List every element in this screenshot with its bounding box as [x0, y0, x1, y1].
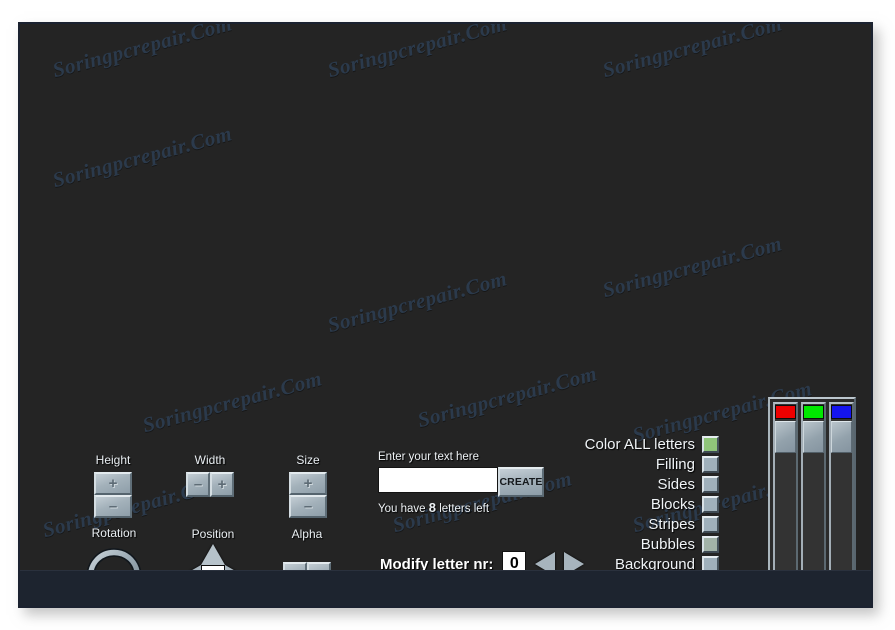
green-channel-knob[interactable]	[803, 421, 824, 453]
red-channel-chip	[775, 405, 796, 419]
color-target-swatch[interactable]	[702, 476, 719, 493]
watermark: Soringpcrepair.Com	[325, 24, 510, 83]
color-target-all-letters[interactable]: Color ALL letters	[585, 436, 719, 453]
rotation-dial-icon[interactable]	[83, 545, 145, 571]
modify-letter-label: Modify letter nr:	[380, 555, 494, 572]
blue-channel-chip	[831, 405, 852, 419]
letters-left-suffix: letters left	[439, 503, 490, 515]
width-control: Width – +	[186, 453, 234, 497]
bottom-rail	[20, 570, 871, 606]
size-increase-button[interactable]: +	[289, 472, 327, 495]
color-target-label: Background	[614, 556, 695, 571]
width-increase-button[interactable]: +	[210, 472, 234, 497]
rotation-control: Rotation	[83, 526, 145, 571]
height-increase-button[interactable]: +	[94, 472, 132, 495]
watermark: Soringpcrepair.Com	[140, 366, 325, 438]
color-target-filling[interactable]: Filling	[656, 456, 719, 473]
position-dpad[interactable]	[180, 544, 246, 571]
color-target-bubbles[interactable]: Bubbles	[641, 536, 719, 553]
rotation-label: Rotation	[91, 526, 137, 540]
text-entry-panel: Enter your text here CREATE You have 8 l…	[378, 451, 544, 515]
color-target-swatch[interactable]	[702, 556, 719, 571]
watermark: Soringpcrepair.Com	[50, 24, 235, 83]
watermark: Soringpcrepair.Com	[415, 361, 600, 433]
modify-letter-panel: Modify letter nr: 0	[380, 551, 585, 572]
blue-channel-slider[interactable]	[829, 402, 854, 571]
height-decrease-button[interactable]: –	[94, 495, 132, 518]
watermark: Soringpcrepair.Com	[325, 266, 510, 338]
create-button[interactable]: CREATE	[498, 467, 544, 497]
rgb-slider-panel	[768, 397, 856, 571]
alpha-label: Alpha	[291, 527, 323, 541]
red-channel-slider[interactable]	[773, 402, 798, 571]
height-control: Height + –	[94, 453, 132, 518]
design-canvas[interactable]: Soringpcrepair.Com Soringpcrepair.Com So…	[20, 24, 871, 571]
blue-channel-knob[interactable]	[831, 421, 852, 453]
color-target-list: Color ALL letters Filling Sides Blocks S…	[585, 436, 719, 571]
color-target-label: Sides	[657, 476, 695, 493]
green-channel-slider[interactable]	[801, 402, 826, 571]
rgb-channel-group	[773, 402, 854, 571]
color-target-swatch[interactable]	[702, 456, 719, 473]
position-control: Position	[180, 527, 246, 571]
size-control: Size + –	[289, 453, 327, 518]
watermark: Soringpcrepair.Com	[600, 24, 785, 83]
alpha-control: Alpha – +	[283, 527, 331, 571]
size-label: Size	[296, 453, 320, 467]
color-target-stripes[interactable]: Stripes	[648, 516, 719, 533]
text-input[interactable]	[378, 467, 498, 493]
color-target-label: Color ALL letters	[584, 436, 695, 453]
color-target-swatch[interactable]	[702, 436, 719, 453]
letter-number-value[interactable]: 0	[502, 551, 527, 571]
watermark: Soringpcrepair.Com	[600, 231, 785, 303]
height-label: Height	[95, 453, 131, 467]
size-decrease-button[interactable]: –	[289, 495, 327, 518]
next-letter-icon[interactable]	[564, 552, 585, 571]
text-entry-label: Enter your text here	[378, 451, 479, 463]
color-target-label: Bubbles	[640, 536, 695, 553]
color-target-label: Filling	[655, 456, 695, 473]
red-channel-knob[interactable]	[775, 421, 796, 453]
color-target-label: Stripes	[648, 516, 695, 533]
previous-letter-icon[interactable]	[535, 552, 556, 571]
green-channel-chip	[803, 405, 824, 419]
width-label: Width	[194, 453, 226, 467]
color-target-swatch[interactable]	[702, 536, 719, 553]
color-target-swatch[interactable]	[702, 496, 719, 513]
watermark: Soringpcrepair.Com	[50, 121, 235, 193]
letters-left-prefix: You have	[378, 503, 426, 515]
position-up-icon[interactable]	[201, 544, 225, 565]
application-window: Soringpcrepair.Com Soringpcrepair.Com So…	[18, 22, 873, 608]
color-target-swatch[interactable]	[702, 516, 719, 533]
letters-left-count: 8	[428, 500, 436, 515]
width-decrease-button[interactable]: –	[186, 472, 210, 497]
color-target-blocks[interactable]: Blocks	[651, 496, 719, 513]
color-target-background[interactable]: Background	[615, 556, 719, 571]
color-target-label: Blocks	[650, 496, 695, 513]
position-label: Position	[191, 527, 235, 541]
letters-left-text: You have 8 letters left	[378, 500, 544, 515]
color-target-sides[interactable]: Sides	[657, 476, 719, 493]
